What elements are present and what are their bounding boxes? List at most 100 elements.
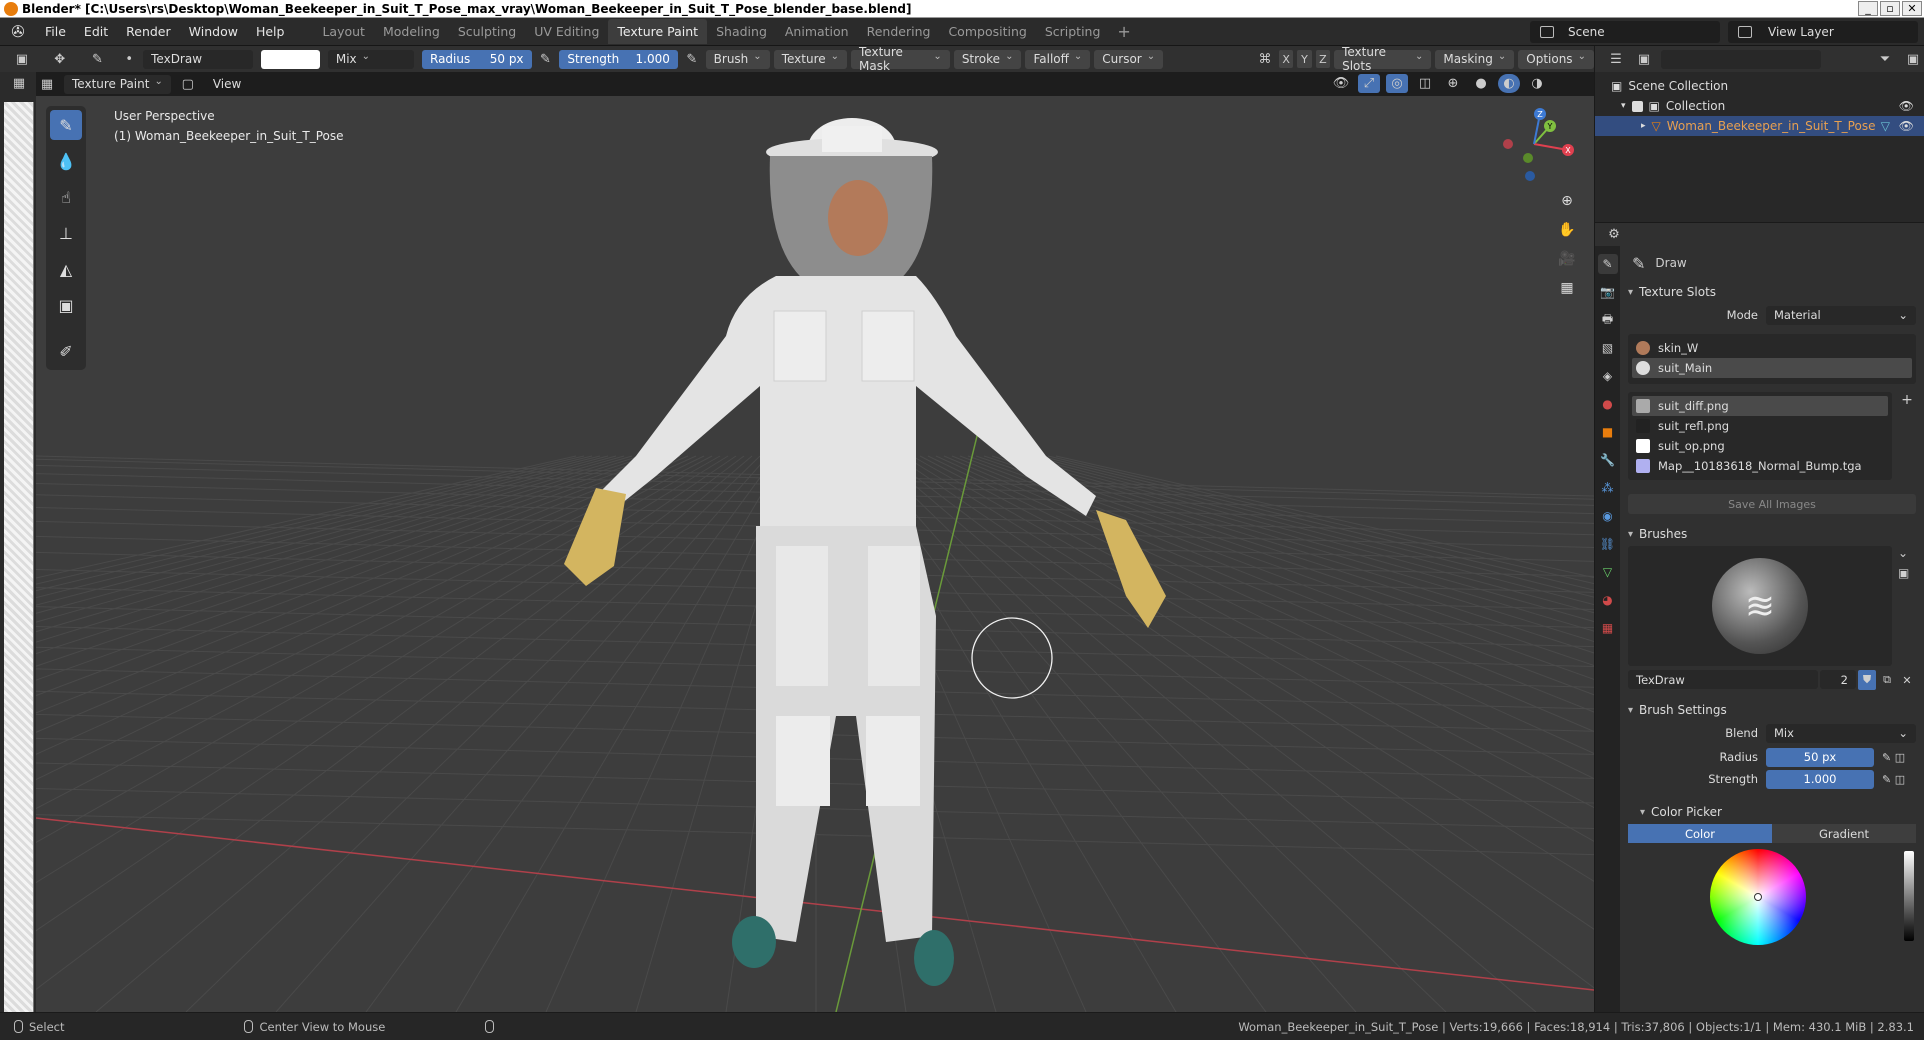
mirror-x-toggle[interactable]: X (1278, 50, 1294, 68)
color-swatch[interactable] (260, 49, 320, 69)
tab-uv-editing[interactable]: UV Editing (525, 19, 608, 44)
radius-pressure-icon[interactable]: ✎ (536, 50, 556, 69)
properties-editor-icon[interactable]: ⚙ (1603, 225, 1625, 244)
annotate-tool-icon[interactable]: ✐ (50, 336, 82, 366)
material-shading-icon[interactable]: ◐ (1498, 74, 1520, 93)
menu-edit[interactable]: Edit (75, 24, 117, 39)
mask-toggle-icon[interactable]: ▢ (177, 75, 199, 94)
image-item-normal[interactable]: Map__10183618_Normal_Bump.tga (1632, 456, 1888, 476)
color-wheel-cursor[interactable] (1754, 893, 1762, 901)
radius-slider[interactable]: 50 px (1766, 747, 1874, 767)
mode-dropdown[interactable]: Texture Paint (64, 74, 171, 94)
brush-settings-panel-header[interactable]: Brush Settings (1628, 698, 1916, 722)
image-editor-type-icon[interactable]: ▦ (8, 74, 30, 93)
collapse-icon[interactable]: ▾ (1621, 101, 1626, 111)
navigation-gizmo[interactable]: Z Y X (1494, 104, 1574, 184)
constraints-tab-icon[interactable]: ⛓ (1598, 534, 1618, 554)
visibility-icon[interactable]: 👁 (1330, 74, 1352, 93)
scene-collection-row[interactable]: ▣ Scene Collection (1595, 76, 1924, 96)
uv-image-preview[interactable] (4, 102, 34, 1012)
particles-tab-icon[interactable]: ⁂ (1598, 478, 1618, 498)
duplicate-brush-icon[interactable]: ⧉ (1878, 670, 1896, 690)
draw-tool-icon[interactable]: ✎ (50, 110, 82, 140)
falloff-menu[interactable]: Falloff (1025, 49, 1091, 69)
image-item-diff[interactable]: suit_diff.png (1632, 396, 1888, 416)
overlay-toggle-icon[interactable]: ◎ (1386, 74, 1408, 93)
render-tab-icon[interactable]: 📷 (1598, 282, 1618, 302)
texture-slots-menu[interactable]: Texture Slots (1334, 45, 1432, 73)
minimize-button[interactable]: _ (1858, 1, 1878, 16)
material-tab-icon[interactable]: ◕ (1598, 590, 1618, 610)
tab-texture-paint[interactable]: Texture Paint (608, 19, 708, 44)
tab-sculpting[interactable]: Sculpting (449, 19, 525, 44)
solid-shading-icon[interactable]: ● (1470, 74, 1492, 93)
xray-icon[interactable]: ◫ (1414, 74, 1436, 93)
filter-icon[interactable]: ⏷ (1874, 50, 1896, 69)
brush-users-count[interactable]: 2 (1820, 670, 1856, 689)
collection-row[interactable]: ▾ ▣ Collection 👁 (1595, 96, 1924, 116)
cursor-menu[interactable]: Cursor (1094, 49, 1164, 69)
brush-menu[interactable]: Brush (705, 49, 770, 69)
view-menu[interactable]: View (205, 75, 249, 94)
gizmo-neg-y[interactable] (1523, 153, 1533, 163)
close-button[interactable]: ✕ (1902, 1, 1922, 16)
material-item-skin[interactable]: skin_W (1632, 338, 1912, 358)
brush-preview[interactable]: ≋ (1628, 546, 1892, 666)
view-layer-tab-icon[interactable]: ▧ (1598, 338, 1618, 358)
blend-dropdown[interactable]: Mix ⌄ (1766, 723, 1916, 743)
gizmo-toggle-icon[interactable]: ⤢ (1358, 74, 1380, 93)
brush-name-field[interactable]: TexDraw (1628, 670, 1818, 689)
object-tab-icon[interactable]: ■ (1598, 422, 1618, 442)
scene-tab-icon[interactable]: ◈ (1598, 366, 1618, 386)
mirror-y-toggle[interactable]: Y (1297, 50, 1312, 68)
texture-tab-icon[interactable]: ▦ (1598, 618, 1618, 638)
collection-checkbox[interactable] (1631, 100, 1643, 112)
expand-icon[interactable]: ▸ (1641, 121, 1646, 131)
wireframe-shading-icon[interactable]: ⊕ (1442, 74, 1464, 93)
new-collection-icon[interactable]: ▣ (1902, 50, 1924, 69)
strength-slider[interactable]: 1.000 (1766, 769, 1874, 789)
image-item-refl[interactable]: suit_refl.png (1632, 416, 1888, 436)
material-item-suit[interactable]: suit_Main (1632, 358, 1912, 378)
blender-menu-icon[interactable]: ✇ (0, 22, 36, 41)
tab-modeling[interactable]: Modeling (374, 19, 449, 44)
data-tab-icon[interactable]: ▽ (1598, 562, 1618, 582)
strength-slider[interactable]: Strength 1.000 (559, 49, 678, 69)
maximize-button[interactable]: ▫ (1880, 1, 1900, 16)
camera-icon[interactable]: 🎥 (1556, 248, 1578, 270)
zoom-icon[interactable]: ⊕ (1556, 190, 1578, 212)
value-slider[interactable] (1904, 851, 1914, 941)
menu-file[interactable]: File (36, 24, 75, 39)
object-row[interactable]: ▸ ▽ Woman_Beekeeper_in_Suit_T_Pose ▽ 👁 (1595, 116, 1924, 136)
smear-tool-icon[interactable]: ☝ (50, 182, 82, 212)
brushes-panel-header[interactable]: Brushes (1628, 522, 1916, 546)
output-tab-icon[interactable]: 🖶 (1598, 310, 1618, 330)
image-item-op[interactable]: suit_op.png (1632, 436, 1888, 456)
brush-dropdown-icon[interactable]: ⌄ (1898, 546, 1916, 560)
fill-tool-icon[interactable]: ◭ (50, 254, 82, 284)
gizmo-neg-x[interactable] (1503, 139, 1513, 149)
pan-hand-icon[interactable]: ✋ (1556, 219, 1578, 241)
menu-help[interactable]: Help (247, 24, 294, 39)
view-layer-selector[interactable]: View Layer (1728, 21, 1918, 43)
mask-tool-icon[interactable]: ▣ (50, 290, 82, 320)
unlink-brush-icon[interactable]: ✕ (1898, 670, 1916, 690)
gizmo-neg-z[interactable] (1525, 171, 1535, 181)
gradient-tab[interactable]: Gradient (1772, 824, 1916, 843)
save-all-images-button[interactable]: Save All Images (1628, 494, 1916, 514)
modifier-tab-icon[interactable]: 🔧 (1598, 450, 1618, 470)
stroke-menu[interactable]: Stroke (953, 49, 1022, 69)
collection-visibility-icon[interactable]: 👁 (1899, 99, 1914, 113)
tab-compositing[interactable]: Compositing (939, 19, 1035, 44)
add-slot-icon[interactable]: + (1898, 392, 1916, 480)
world-tab-icon[interactable]: ● (1598, 394, 1618, 414)
radius-pressure-icon[interactable]: ✎ ◫ (1882, 751, 1916, 764)
texture-slots-panel-header[interactable]: Texture Slots (1628, 280, 1916, 304)
physics-tab-icon[interactable]: ◉ (1598, 506, 1618, 526)
symmetry-icon[interactable]: ⌘ (1255, 50, 1275, 69)
radius-slider[interactable]: Radius 50 px (422, 49, 532, 69)
3d-viewport[interactable]: User Perspective (1) Woman_Beekeeper_in_… (36, 96, 1594, 1012)
brush-name-field[interactable]: TexDraw (143, 49, 253, 69)
strength-pressure-icon[interactable]: ✎ (682, 50, 702, 69)
color-picker-panel-header[interactable]: Color Picker (1628, 800, 1916, 824)
